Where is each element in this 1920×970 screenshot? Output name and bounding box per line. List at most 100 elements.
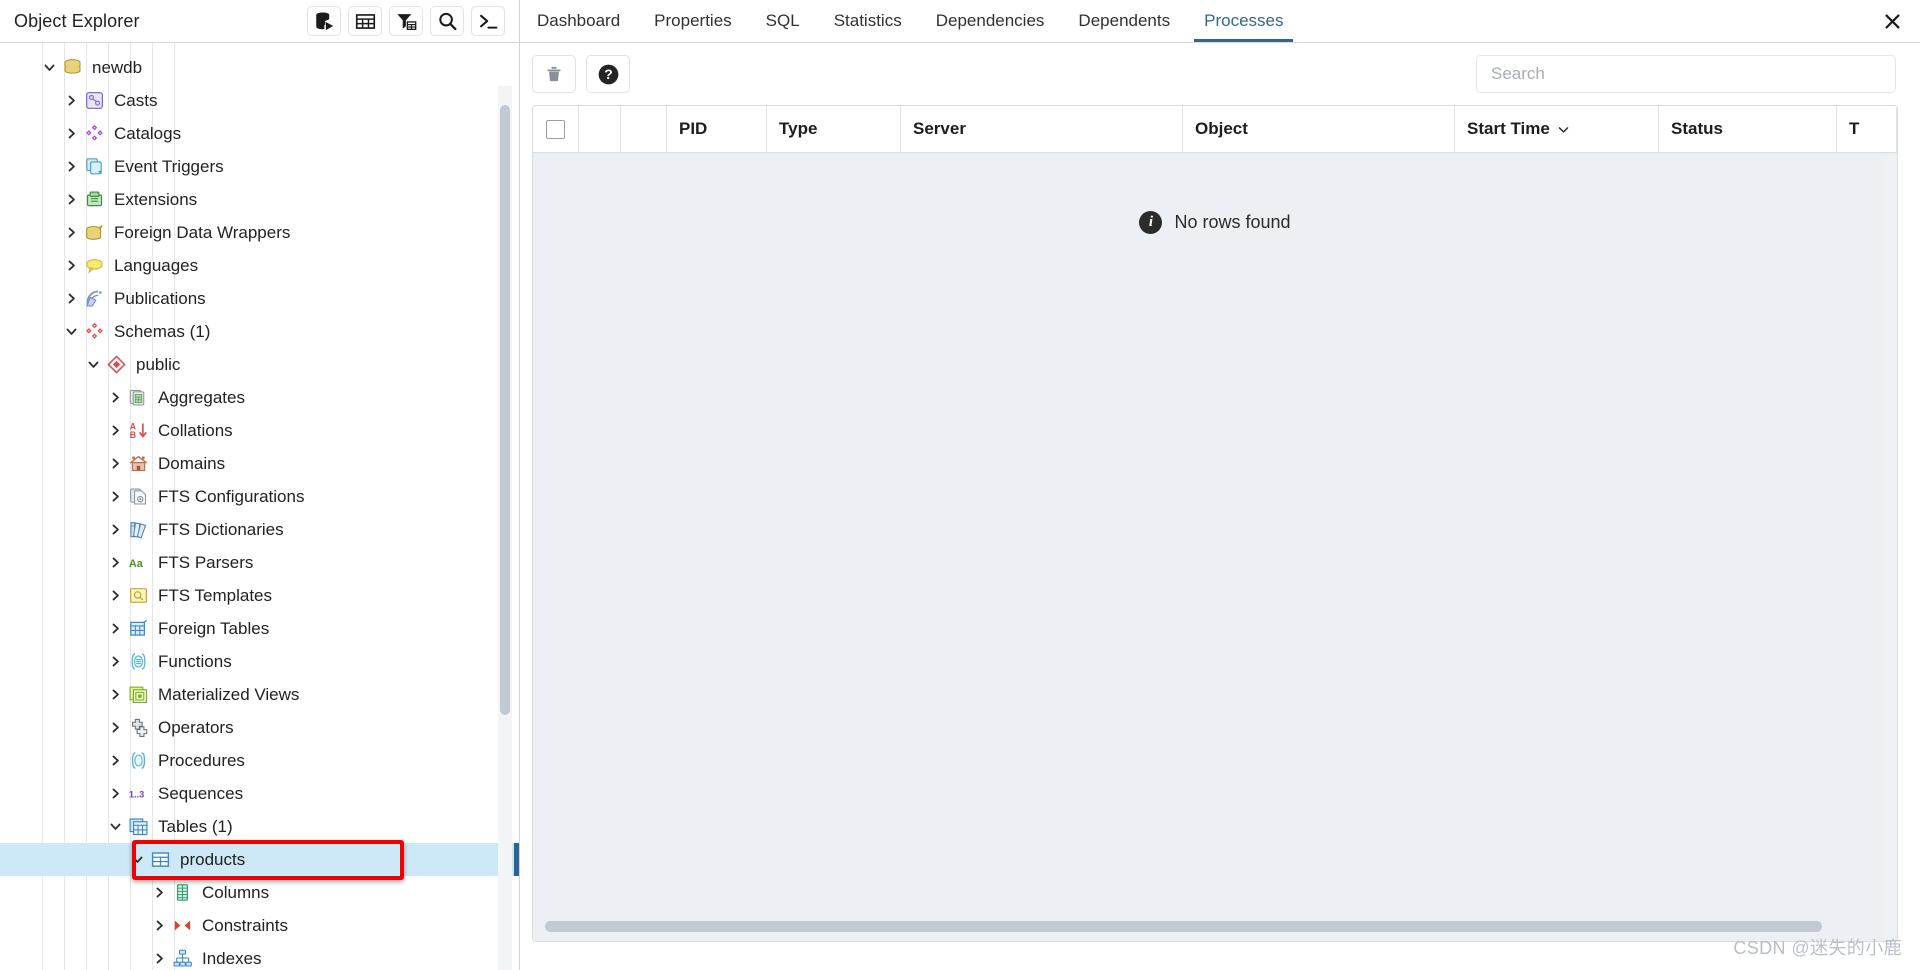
tree-item-catalogs[interactable]: Catalogs: [0, 117, 519, 150]
object-tree[interactable]: newdb Casts Catalogs Event Triggers Extensio…: [0, 43, 519, 970]
psql-terminal-icon[interactable]: [471, 6, 505, 36]
tree-item-fts-configurations[interactable]: FTS Configurations: [0, 480, 519, 513]
sidebar-scrollbar-thumb[interactable]: [500, 105, 510, 715]
tree-item-foreign-tables[interactable]: Foreign Tables: [0, 612, 519, 645]
chevron-right-icon[interactable]: [148, 909, 170, 942]
chevron-right-icon[interactable]: [104, 447, 126, 480]
chevron-right-icon[interactable]: [104, 480, 126, 513]
chevron-right-icon[interactable]: [104, 579, 126, 612]
tab-processes[interactable]: Processes: [1187, 0, 1300, 42]
tree-item-procedures[interactable]: Procedures: [0, 744, 519, 777]
tab-dependencies[interactable]: Dependencies: [919, 0, 1062, 42]
svg-text:B: B: [129, 430, 135, 440]
tree-item-public[interactable]: public: [0, 348, 519, 381]
column-header-label: Type: [779, 119, 818, 138]
chevron-right-icon[interactable]: [60, 249, 82, 282]
tree-item-casts[interactable]: Casts: [0, 84, 519, 117]
search-objects-icon[interactable]: [430, 6, 464, 36]
chevron-right-icon[interactable]: [60, 150, 82, 183]
domains-icon: [126, 453, 150, 475]
column-header-time_taken[interactable]: T: [1837, 106, 1897, 152]
chevron-right-icon[interactable]: [148, 876, 170, 909]
tab-properties[interactable]: Properties: [637, 0, 748, 42]
tree-item-functions[interactable]: Functions: [0, 645, 519, 678]
chevron-right-icon[interactable]: [104, 381, 126, 414]
column-header-type[interactable]: Type: [767, 106, 901, 152]
tree-item-fts-templates[interactable]: FTS Templates: [0, 579, 519, 612]
chevron-right-icon[interactable]: [60, 183, 82, 216]
chevron-right-icon[interactable]: [104, 711, 126, 744]
chevron-right-icon[interactable]: [104, 414, 126, 447]
chevron-right-icon[interactable]: [104, 777, 126, 810]
chevron-right-icon[interactable]: [60, 282, 82, 315]
view-data-icon[interactable]: [348, 6, 382, 36]
tree-item-constraints[interactable]: Constraints: [0, 909, 519, 942]
tab-dependents[interactable]: Dependents: [1061, 0, 1187, 42]
tree-item-indexes[interactable]: Indexes: [0, 942, 519, 970]
tree-item-label: Schemas (1): [114, 322, 211, 341]
search-input[interactable]: [1476, 55, 1896, 93]
tree-item-fts-parsers[interactable]: Aa FTS Parsers: [0, 546, 519, 579]
chevron-right-icon[interactable]: [148, 942, 170, 970]
tree-item-collations[interactable]: A B Collations: [0, 414, 519, 447]
grid-vertical-scrollbar[interactable]: [1883, 153, 1897, 941]
foreign-data-wrappers-icon: [82, 222, 106, 244]
grid-horizontal-scrollbar-thumb[interactable]: [545, 921, 1822, 932]
chevron-right-icon[interactable]: [60, 84, 82, 117]
tab-statistics[interactable]: Statistics: [817, 0, 919, 42]
help-icon[interactable]: ?: [586, 55, 630, 93]
tree-item-foreign-data-wrappers[interactable]: Foreign Data Wrappers: [0, 216, 519, 249]
processes-grid-header: PID Type Server Object Start Time Status T: [533, 106, 1897, 153]
operators-icon: [126, 717, 150, 739]
column-header-object[interactable]: Object: [1183, 106, 1455, 152]
tree-item-operators[interactable]: Operators: [0, 711, 519, 744]
tree-item-languages[interactable]: Languages: [0, 249, 519, 282]
close-icon[interactable]: [1864, 0, 1920, 42]
chevron-right-icon[interactable]: [104, 612, 126, 645]
tree-item-materialized-views[interactable]: Materialized Views: [0, 678, 519, 711]
filter-data-icon[interactable]: [389, 6, 423, 36]
chevron-right-icon[interactable]: [60, 216, 82, 249]
tree-item-label: Sequences: [158, 784, 244, 803]
tree-item-extensions[interactable]: Extensions: [0, 183, 519, 216]
tree-item-event-triggers[interactable]: Event Triggers: [0, 150, 519, 183]
column-header-status[interactable]: Status: [1659, 106, 1837, 152]
grid-horizontal-scrollbar-track[interactable]: [545, 920, 1875, 933]
column-header-start_time[interactable]: Start Time: [1455, 106, 1659, 152]
column-header-pid[interactable]: PID: [667, 106, 767, 152]
trash-icon[interactable]: [532, 55, 576, 93]
column-header-select[interactable]: [533, 106, 579, 152]
chevron-down-icon[interactable]: [82, 348, 104, 381]
tree-item-newdb[interactable]: newdb: [0, 51, 519, 84]
tree-item-sequences[interactable]: 1..3 Sequences: [0, 777, 519, 810]
tree-item-publications[interactable]: Publications: [0, 282, 519, 315]
chevron-down-icon[interactable]: [126, 843, 148, 876]
column-header-server[interactable]: Server: [901, 106, 1183, 152]
chevron-down-icon[interactable]: [60, 315, 82, 348]
sort-chevron-down-icon[interactable]: [1557, 123, 1570, 136]
column-header-spacer2[interactable]: [621, 106, 667, 152]
tree-item-fts-dictionaries[interactable]: FTS Dictionaries: [0, 513, 519, 546]
empty-state: i No rows found: [533, 211, 1897, 234]
tree-item-label: Aggregates: [158, 388, 245, 407]
tree-item-label: FTS Dictionaries: [158, 520, 284, 539]
tree-item-products[interactable]: products: [0, 843, 519, 876]
chevron-right-icon[interactable]: [104, 678, 126, 711]
tree-item-aggregates[interactable]: Aggregates: [0, 381, 519, 414]
tab-sql[interactable]: SQL: [749, 0, 817, 42]
chevron-down-icon[interactable]: [38, 51, 60, 84]
tree-item-domains[interactable]: Domains: [0, 447, 519, 480]
chevron-right-icon[interactable]: [104, 546, 126, 579]
tree-item-tables-1[interactable]: Tables (1): [0, 810, 519, 843]
chevron-down-icon[interactable]: [104, 810, 126, 843]
column-header-spacer1[interactable]: [579, 106, 621, 152]
chevron-right-icon[interactable]: [104, 744, 126, 777]
tree-item-schemas-1[interactable]: Schemas (1): [0, 315, 519, 348]
chevron-right-icon[interactable]: [104, 513, 126, 546]
tab-dashboard[interactable]: Dashboard: [520, 0, 637, 42]
tree-item-columns[interactable]: Columns: [0, 876, 519, 909]
select-all-checkbox[interactable]: [546, 119, 565, 139]
chevron-right-icon[interactable]: [104, 645, 126, 678]
chevron-right-icon[interactable]: [60, 117, 82, 150]
query-tool-icon[interactable]: [307, 6, 341, 36]
